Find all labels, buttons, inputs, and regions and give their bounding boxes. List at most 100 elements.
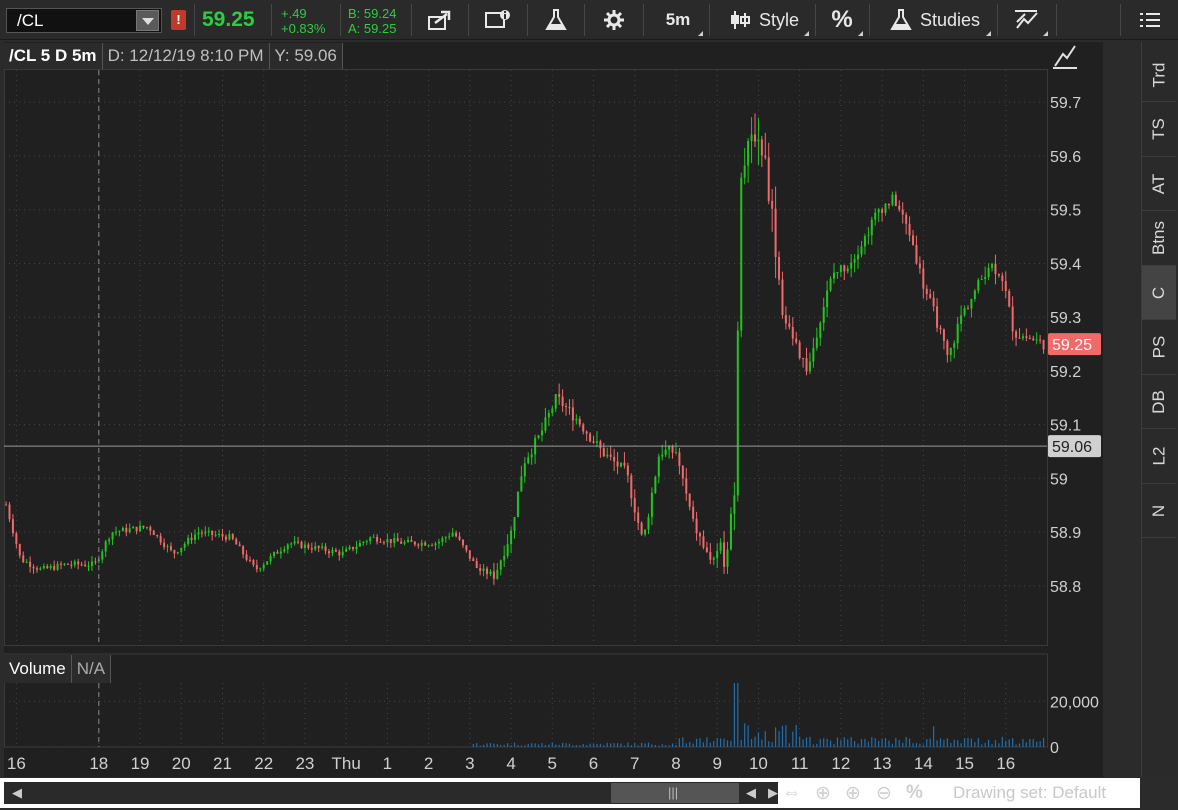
candle-body [46, 566, 49, 569]
candle-body [173, 550, 176, 554]
volume-bar [754, 736, 756, 747]
candle-body [238, 544, 241, 547]
chart-header: /CL 5 D 5m D: 12/12/19 8:10 PM Y: 59.06 [4, 43, 343, 69]
candle-body [510, 530, 513, 545]
candle-body [156, 535, 159, 537]
x-tick-label: Thu [332, 754, 361, 773]
scroll-left-icon[interactable]: ◀ [12, 785, 22, 801]
symbol-dropdown-button[interactable] [136, 10, 159, 31]
volume-bar [544, 745, 547, 747]
side-tab-l2[interactable]: L2 [1142, 430, 1176, 484]
candle-body [224, 536, 227, 540]
info-button[interactable] [476, 0, 520, 40]
volume-bar [531, 743, 533, 747]
zoom-out-icon[interactable]: ⊖ [876, 782, 892, 805]
candle-body [8, 504, 11, 520]
candle-body [860, 246, 863, 255]
candle-body [410, 540, 413, 542]
menu-button[interactable] [1128, 0, 1172, 40]
volume-bar [551, 742, 553, 747]
divider [527, 4, 528, 36]
candle-body [417, 544, 420, 546]
side-tab-label: Btns [1149, 220, 1168, 256]
volume-bar [967, 737, 969, 747]
volume-bar [692, 743, 694, 747]
candle-body [740, 177, 743, 331]
candle-body [826, 290, 829, 308]
candle-body [613, 456, 616, 462]
corner-dropdown-icon [698, 31, 703, 36]
candle-body [678, 452, 681, 466]
scroll-forward-icon[interactable]: ▶ [768, 785, 778, 801]
volume-bar [1005, 740, 1007, 747]
volume-bar [795, 724, 797, 747]
style-button[interactable]: Style [716, 0, 812, 40]
volume-bar [634, 742, 636, 747]
pan-icon[interactable]: ⇔ [782, 782, 801, 804]
candle-body [434, 543, 437, 546]
scroll-back-icon[interactable]: ◀ [746, 785, 756, 801]
lab-button[interactable] [534, 0, 578, 40]
side-tab-trd[interactable]: Trd [1142, 48, 1176, 102]
candle-body [482, 568, 485, 571]
candle-body [599, 441, 602, 449]
candle-body [657, 456, 660, 477]
volume-bar [963, 738, 966, 747]
alert-icon[interactable]: ! [171, 10, 186, 30]
side-tab-n[interactable]: N [1142, 484, 1176, 538]
percent-scale-icon[interactable]: % [906, 782, 923, 804]
side-tab-db[interactable]: DB [1142, 375, 1176, 429]
candle-body [966, 308, 969, 310]
zoom-in-icon[interactable]: ⊕ [845, 782, 861, 805]
volume-bar [1032, 739, 1034, 747]
divider [869, 4, 870, 36]
candle-body [568, 407, 571, 409]
volume-bar [1039, 741, 1041, 747]
candle-body [472, 558, 475, 562]
share-button[interactable] [418, 0, 462, 40]
horizontal-scrollbar[interactable]: ◀ ||| ◀ ▶ [4, 782, 778, 804]
percent-button[interactable]: % [818, 0, 866, 40]
drawing-set-label[interactable]: Drawing set: Default [953, 783, 1106, 803]
x-tick-label: 21 [213, 754, 232, 773]
candle-body [729, 513, 732, 550]
candle-body [135, 526, 138, 532]
side-tab-btns[interactable]: Btns [1142, 212, 1176, 266]
volume-bar [1012, 738, 1014, 747]
candle-body [331, 549, 334, 554]
candle-body [142, 525, 145, 528]
candle-body [207, 530, 210, 532]
timeframe-button[interactable]: 5m [650, 0, 706, 40]
studies-button[interactable]: Studies [876, 0, 994, 40]
price-tick-label: 59.4 [1050, 256, 1081, 273]
volume-bar [689, 741, 691, 747]
candle-body [812, 347, 815, 362]
candle-body [389, 539, 392, 543]
side-tab-c[interactable]: C [1142, 266, 1176, 320]
volume-bar [884, 737, 887, 747]
candle-body [977, 280, 980, 291]
candle-body [753, 134, 756, 142]
crosshair-icon[interactable]: ⊕ [815, 782, 831, 805]
candle-body [204, 531, 207, 534]
settings-button[interactable] [592, 0, 636, 40]
candle-body [616, 461, 619, 467]
divider [411, 4, 412, 36]
side-tab-ps[interactable]: PS [1142, 321, 1176, 375]
volume-bar [627, 742, 629, 747]
chart-canvas[interactable]: 58.858.95959.159.259.359.459.559.659.716… [4, 42, 1103, 777]
chart-area[interactable]: 58.8 58.9 59 59.1 59.2 59.3 59.4 59.5 59.6 59.7 16… [4, 42, 1103, 777]
volume-bar [781, 725, 784, 747]
candle-body [932, 297, 935, 307]
candle-body [767, 157, 770, 201]
candle-body [908, 223, 911, 236]
volume-bar [1029, 739, 1031, 747]
side-tab-ts[interactable]: TS [1142, 103, 1176, 157]
volume-bar [733, 683, 735, 747]
side-tab-at[interactable]: AT [1142, 157, 1176, 211]
candle-body [582, 424, 585, 432]
candle-body [455, 532, 458, 537]
drawings-button[interactable] [1003, 0, 1051, 40]
candle-body [516, 491, 519, 518]
candle-body [338, 551, 341, 556]
